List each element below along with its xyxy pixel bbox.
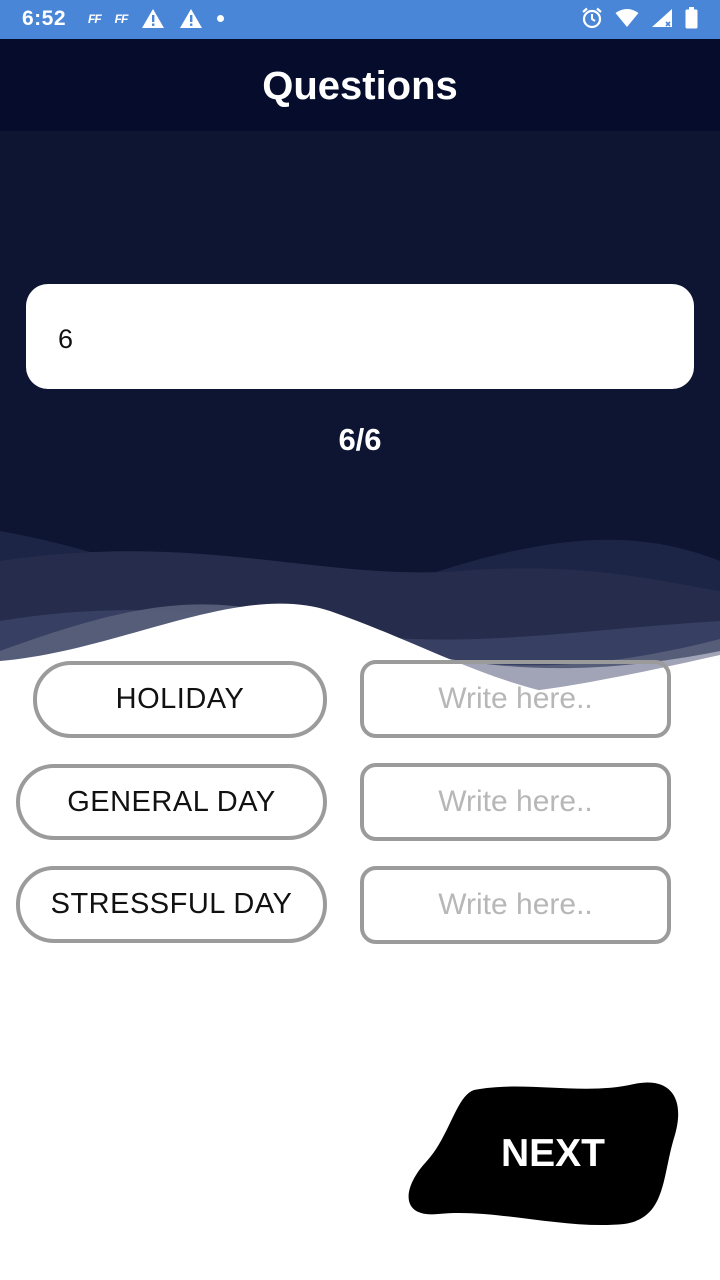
option-stressful-day[interactable]: STRESSFUL DAY bbox=[16, 866, 327, 943]
wifi-icon bbox=[615, 9, 639, 27]
app-bar: Questions bbox=[0, 39, 720, 131]
system-icons bbox=[581, 7, 698, 29]
next-label: NEXT bbox=[500, 1132, 605, 1175]
next-button[interactable]: NEXT bbox=[404, 1078, 680, 1230]
wave-decoration bbox=[0, 531, 720, 701]
page-title: Questions bbox=[262, 64, 458, 108]
question-card: 6 bbox=[26, 284, 694, 389]
question-hero bbox=[0, 131, 720, 701]
answer-input-stressful-day[interactable] bbox=[360, 866, 671, 944]
answer-input-general-day[interactable] bbox=[360, 763, 671, 841]
ff-icon: FF bbox=[88, 11, 102, 26]
option-general-day[interactable]: GENERAL DAY bbox=[16, 764, 327, 840]
warning-icon bbox=[180, 9, 203, 28]
status-bar: 6:52 FF FF bbox=[0, 0, 720, 39]
option-holiday[interactable]: HOLIDAY bbox=[33, 661, 327, 738]
signal-icon bbox=[652, 9, 672, 27]
answer-input-holiday[interactable] bbox=[360, 660, 671, 738]
ff-icon: FF bbox=[114, 11, 129, 26]
dot-icon bbox=[217, 15, 225, 22]
notification-icons: FF FF bbox=[88, 8, 225, 29]
warning-icon bbox=[142, 9, 165, 28]
alarm-icon bbox=[582, 7, 602, 29]
battery-icon bbox=[685, 7, 698, 29]
question-text: 6 bbox=[58, 324, 74, 354]
question-progress: 6/6 bbox=[338, 422, 382, 457]
status-time: 6:52 bbox=[22, 7, 67, 30]
